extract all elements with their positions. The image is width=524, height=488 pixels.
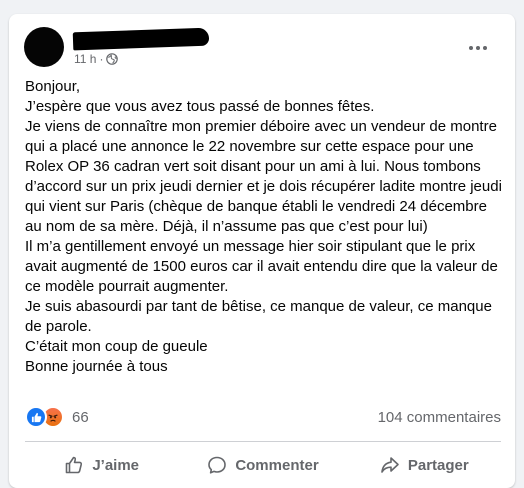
meta-separator: · <box>99 52 104 66</box>
comment-button[interactable]: Commenter <box>182 445 343 485</box>
reaction-count: 66 <box>72 408 89 426</box>
like-reaction-icon <box>25 406 47 428</box>
post-stats: 66 104 commentaires <box>25 406 501 428</box>
more-options-button[interactable] <box>464 38 492 58</box>
post-paragraph: Il m’a gentillement envoyé un message hi… <box>25 238 502 295</box>
post-paragraph: Je suis abasourdi par tant de bêtise, ce… <box>25 298 497 335</box>
share-arrow-icon <box>381 457 399 473</box>
post-paragraph: C’était mon coup de gueule <box>25 338 208 355</box>
actions-divider <box>25 441 501 442</box>
thumbs-up-icon <box>66 456 83 474</box>
globe-icon <box>106 53 119 65</box>
post-paragraph: J’espère que vous avez tous passé de bon… <box>25 98 375 115</box>
share-button[interactable]: Partager <box>344 445 505 485</box>
author-name-redacted[interactable] <box>72 27 210 51</box>
post-paragraph: Bonne journée à tous <box>25 358 168 375</box>
more-horizontal-icon <box>469 46 487 50</box>
post-card: 11 h · Bonjour, J’espère que vous avez t… <box>9 14 515 488</box>
author-avatar[interactable] <box>24 27 64 67</box>
post-body: Bonjour, J’espère que vous avez tous pas… <box>25 77 505 377</box>
like-button-label: J’aime <box>92 456 140 474</box>
post-paragraph: Je viens de connaître mon premier déboir… <box>25 118 507 235</box>
post-meta: 11 h · <box>74 51 119 67</box>
post-paragraph: Bonjour, <box>25 78 81 95</box>
post-actions: J’aime Commenter Partager <box>21 445 505 485</box>
post-timestamp[interactable]: 11 h <box>74 51 96 67</box>
comment-bubble-icon <box>208 456 227 474</box>
share-button-label: Partager <box>407 456 469 474</box>
reactions-summary[interactable]: 66 <box>25 406 89 428</box>
like-button[interactable]: J’aime <box>21 445 182 485</box>
comment-button-label: Commenter <box>235 456 319 474</box>
comment-count-link[interactable]: 104 commentaires <box>378 409 501 426</box>
